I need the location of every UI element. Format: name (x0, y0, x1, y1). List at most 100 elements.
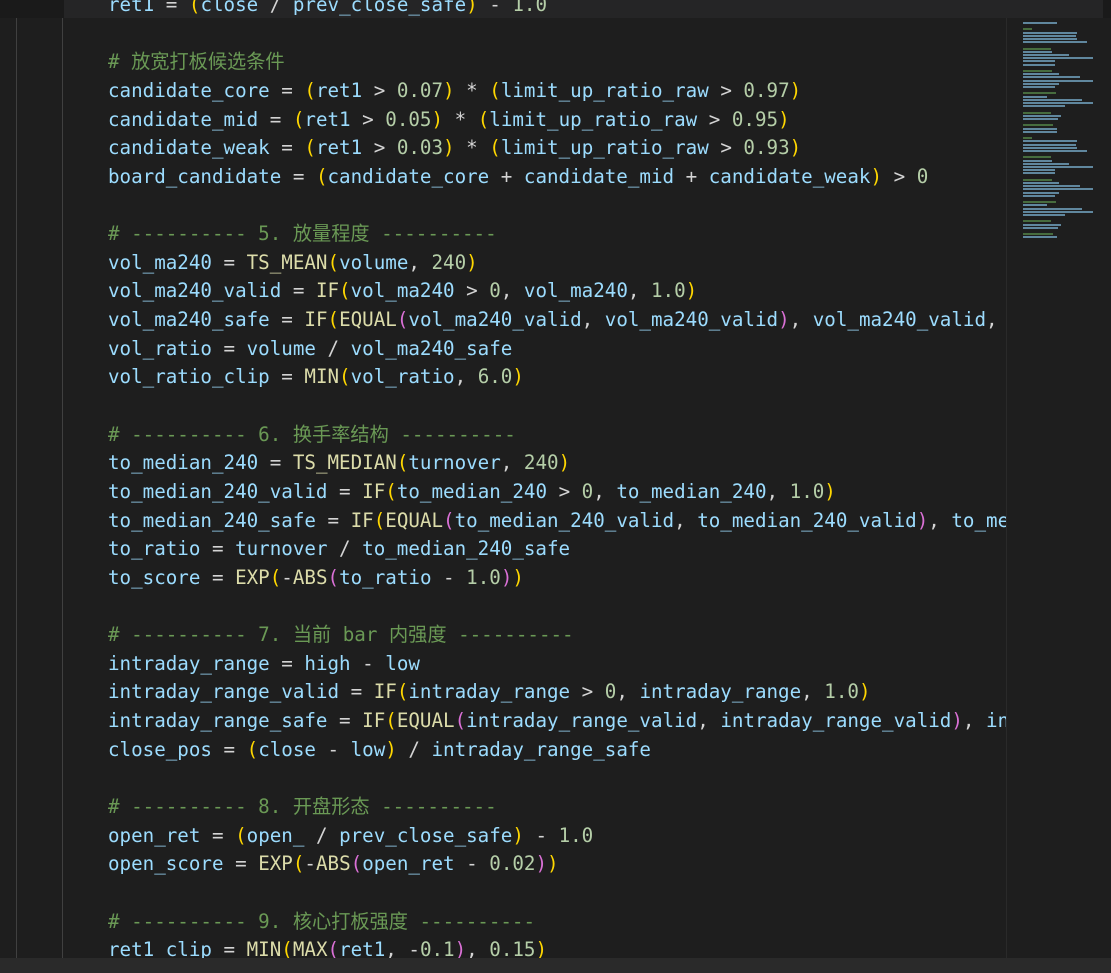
code-token: MIN (304, 365, 340, 389)
code-token: TS_MEDIAN (292, 451, 397, 475)
code-token: ( (443, 508, 455, 532)
code-token: board_candidate (108, 164, 282, 188)
minimap-line (1023, 156, 1051, 159)
scrollbar-track[interactable] (0, 958, 1111, 973)
code-token: , (766, 479, 790, 503)
minimap-line (1023, 226, 1059, 229)
code-token: * (443, 107, 478, 131)
minimap-line (1023, 188, 1094, 191)
code-line[interactable] (108, 879, 1006, 908)
minimap-line (1023, 201, 1057, 204)
code-token: EQUAL (385, 508, 444, 532)
code-line[interactable]: # ---------- 9. 核心打板强度 ---------- (108, 908, 1006, 937)
code-token: = (200, 537, 236, 561)
minimap-line (1023, 28, 1032, 31)
minimap-line (1023, 47, 1051, 50)
code-token: to_ratio (108, 537, 201, 561)
code-token: 0.05 (385, 107, 432, 131)
code-line[interactable]: vol_ratio = volume / vol_ma240_safe (108, 335, 1006, 364)
code-token: ( (304, 136, 316, 160)
horizontal-scrollbar[interactable] (0, 958, 1111, 973)
code-token: ) (466, 250, 478, 274)
code-line[interactable]: vol_ma240 = TS_MEAN(volume, 240) (108, 249, 1006, 278)
code-line[interactable]: intraday_range_valid = IF(intraday_range… (108, 678, 1006, 707)
code-token: ( (327, 308, 340, 332)
code-line[interactable]: # ---------- 5. 放量程度 ---------- (108, 220, 1006, 249)
code-line[interactable]: close_pos = (close - low) / intraday_ran… (108, 736, 1006, 765)
code-line[interactable]: candidate_weak = (ret1 > 0.03) * (limit_… (108, 134, 1006, 163)
code-line[interactable]: intraday_range = high - low (108, 650, 1006, 679)
code-line[interactable]: open_ret = (open_ / prev_close_safe) - 1… (108, 822, 1006, 851)
code-token: ) (385, 737, 397, 761)
code-editor[interactable]: ret1 = (close / prev_close_safe) - 1.0 #… (62, 0, 1006, 958)
code-line[interactable]: intraday_range_safe = IF(EQUAL(intraday_… (108, 707, 1006, 736)
code-token: ) (512, 365, 524, 389)
code-token: ) (454, 938, 467, 958)
code-line[interactable]: board_candidate = (candidate_core + cand… (108, 163, 1006, 192)
code-line[interactable]: ret1_clip = MIN(MAX(ret1, -0.1), 0.15) (108, 936, 1006, 958)
code-line[interactable]: to_median_240 = TS_MEDIAN(turnover, 240) (108, 449, 1006, 478)
code-line[interactable] (108, 392, 1006, 421)
code-token: + (489, 164, 524, 188)
code-token: - (304, 852, 316, 876)
code-line[interactable]: vol_ma240_valid = IF(vol_ma240 > 0, vol_… (108, 277, 1006, 306)
code-line[interactable]: to_score = EXP(-ABS(to_ratio - 1.0)) (108, 564, 1006, 593)
code-token: vol_ma240_safe (350, 336, 513, 360)
minimap-line (1023, 207, 1083, 210)
code-token: 0.95 (731, 107, 779, 131)
code-token: intraday_range_safe (108, 709, 328, 733)
minimap[interactable] (1006, 18, 1111, 958)
code-line[interactable]: candidate_core = (ret1 > 0.07) * (limit_… (108, 77, 1006, 106)
code-token: > (362, 78, 397, 102)
minimap-line (1023, 118, 1059, 120)
code-token: 0.97 (743, 78, 790, 102)
code-token: 0.1 (419, 938, 455, 958)
code-line[interactable]: # ---------- 6. 换手率结构 ---------- (108, 421, 1006, 450)
comment-token: # ---------- 5. 放量程度 ---------- (108, 222, 497, 246)
code-line[interactable]: open_score = EXP(-ABS(open_ret - 0.02)) (108, 850, 1006, 879)
code-token: ) (500, 565, 513, 589)
code-token: MIN (246, 938, 282, 958)
code-token: = (269, 78, 305, 102)
code-token: 0.93 (743, 136, 790, 160)
code-token: ( (339, 365, 351, 389)
code-token: , (500, 451, 524, 475)
code-line[interactable]: to_median_240_safe = IF(EQUAL(to_median_… (108, 507, 1006, 536)
code-line[interactable] (108, 191, 1006, 220)
code-token: ( (396, 308, 409, 332)
code-line[interactable] (108, 592, 1006, 621)
code-token: limit_up_ratio_raw (500, 78, 709, 102)
code-line[interactable]: # ---------- 8. 开盘形态 ---------- (108, 793, 1006, 822)
code-line[interactable]: to_ratio = turnover / to_median_240_safe (108, 535, 1006, 564)
code-token: open_ (246, 823, 305, 847)
minimap-line (1023, 57, 1094, 60)
code-line[interactable]: # ---------- 7. 当前 bar 内强度 ---------- (108, 621, 1006, 650)
code-token: ) (858, 680, 871, 704)
code-token: IF (350, 508, 374, 532)
code-token: ABS (315, 852, 351, 876)
code-token: ( (304, 78, 316, 102)
code-line[interactable] (108, 764, 1006, 793)
code-token: ret1 (304, 107, 351, 131)
code-token: EQUAL (396, 709, 455, 733)
code-token: IF (304, 308, 328, 332)
code-line[interactable]: to_median_240_valid = IF(to_median_240 >… (108, 478, 1006, 507)
code-token: ( (315, 164, 328, 188)
code-line[interactable]: vol_ma240_safe = IF(EQUAL(vol_ma240_vali… (108, 306, 1006, 335)
code-line[interactable]: ret1 = (close / prev_close_safe) - 1.0 (108, 0, 1006, 20)
code-token: vol_ratio (108, 336, 212, 360)
code-token: ) (778, 308, 790, 332)
code-token: ) (824, 479, 836, 503)
minimap-line (1023, 214, 1066, 216)
minimap-line (1023, 233, 1053, 236)
code-token: ( (489, 78, 501, 102)
code-token: , (408, 250, 432, 274)
code-token: vol_ma240_valid (604, 308, 779, 332)
code-line[interactable] (108, 20, 1006, 49)
code-line[interactable]: vol_ratio_clip = MIN(vol_ratio, 6.0) (108, 363, 1006, 392)
code-token: IF (362, 479, 386, 503)
code-line[interactable]: candidate_mid = (ret1 > 0.05) * (limit_u… (108, 106, 1006, 135)
code-token: = (327, 479, 363, 503)
code-line[interactable]: # 放宽打板候选条件 (108, 48, 1006, 77)
code-token: , (500, 279, 524, 303)
